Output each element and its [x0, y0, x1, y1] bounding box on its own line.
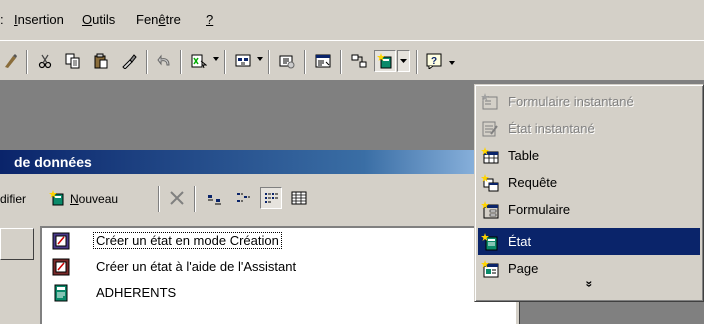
menu-fenetre[interactable]: Fenêtre: [136, 12, 181, 27]
new-object-menu: Formulaire instantané État instantané Ta…: [474, 84, 704, 302]
form-icon: [481, 201, 499, 219]
properties-icon[interactable]: [312, 50, 334, 72]
spelling-icon[interactable]: [0, 50, 22, 72]
code-icon[interactable]: [276, 50, 298, 72]
expand-menu-label: »: [582, 280, 596, 288]
delete-icon[interactable]: [166, 187, 188, 209]
analyze-icon[interactable]: [232, 50, 254, 72]
modify-button[interactable]: difier: [0, 192, 26, 206]
toolbar-separator: [416, 50, 418, 74]
objects-list: Créer un état en mode Création Créer un …: [40, 226, 516, 324]
svg-text:?: ?: [431, 56, 437, 67]
help-icon[interactable]: ?: [424, 50, 446, 72]
menu-help[interactable]: ?: [206, 12, 213, 27]
menu-item-label: Formulaire: [508, 202, 571, 217]
small-icons-icon[interactable]: [232, 187, 254, 209]
chevron-down-icon[interactable]: [257, 57, 264, 61]
report-icon: [481, 233, 499, 251]
chevron-down-icon[interactable]: [213, 57, 220, 61]
paste-icon[interactable]: [90, 50, 112, 72]
menu-item-label: Requête: [508, 175, 558, 190]
new-button-label: ouveau: [78, 192, 119, 206]
menu-outils[interactable]: Outils: [82, 12, 115, 27]
menu-item-label: État instantané: [508, 121, 595, 136]
undo-icon[interactable]: [154, 50, 176, 72]
large-icons-icon[interactable]: [204, 187, 226, 209]
list-view-icon[interactable]: [260, 187, 282, 209]
query-icon: [481, 174, 499, 192]
table-icon: [481, 147, 499, 165]
toolbar-separator: [146, 50, 148, 74]
chevron-down-icon[interactable]: [397, 50, 410, 72]
list-item[interactable]: ADHERENTS: [52, 282, 492, 304]
window-title[interactable]: de données: [0, 150, 520, 174]
menu-item-requete[interactable]: Requête: [478, 169, 700, 196]
menu-item-etat-instantane[interactable]: État instantané: [478, 115, 700, 142]
office-links-icon[interactable]: [188, 50, 210, 72]
menu-item-label: Table: [508, 148, 540, 163]
menu-item-formulaire[interactable]: Formulaire: [478, 196, 700, 223]
main-toolbar: ?: [0, 40, 704, 78]
toolbar-separator: [26, 50, 28, 74]
new-button-mnemonic: N: [70, 192, 79, 206]
menu-item-label: Page: [508, 261, 539, 276]
toolbar-separator: [180, 50, 182, 74]
new-object-report-icon[interactable]: [374, 50, 396, 72]
list-item[interactable]: Créer un état à l'aide de l'Assistant: [52, 256, 492, 278]
menu-bar: : Insertion Outils Fenêtre ?: [0, 0, 704, 34]
report-wizard-icon: [52, 258, 70, 276]
menu-item-label: Formulaire instantané: [508, 94, 634, 109]
list-item-label: ADHERENTS: [96, 285, 177, 300]
toolbar-separator: [194, 186, 196, 212]
menu-item-label: État: [508, 234, 532, 249]
relationships-icon[interactable]: [348, 50, 370, 72]
cut-icon[interactable]: [34, 50, 56, 72]
report-icon: [52, 284, 70, 302]
new-report-icon[interactable]: [46, 187, 68, 209]
objects-bar: [0, 226, 40, 324]
details-view-icon[interactable]: [288, 187, 310, 209]
database-toolbar: difier Nouveau: [0, 174, 520, 224]
page-icon: [481, 260, 499, 278]
menu-partial-edge: :: [0, 12, 4, 27]
report-design-icon: [52, 232, 70, 250]
autoform-icon: [481, 93, 499, 111]
list-item-label: Créer un état en mode Création: [93, 232, 282, 249]
toolbar-separator: [224, 50, 226, 74]
list-item[interactable]: Créer un état en mode Création: [52, 230, 492, 252]
chevron-down-icon[interactable]: [449, 61, 456, 65]
menu-item-formulaire-instantane[interactable]: Formulaire instantané: [478, 88, 700, 115]
toolbar-separator: [268, 50, 270, 74]
menu-item-table[interactable]: Table: [478, 142, 700, 169]
menu-item-etat[interactable]: État: [478, 228, 700, 255]
objects-tab-button[interactable]: [0, 228, 34, 260]
copy-icon[interactable]: [62, 50, 84, 72]
autoreport-icon: [481, 120, 499, 138]
toolbar-separator: [340, 50, 342, 74]
database-window: de données difier Nouveau Créer un état …: [0, 150, 520, 324]
expand-menu-chevron-icon[interactable]: »: [475, 277, 703, 291]
list-item-label: Créer un état à l'aide de l'Assistant: [96, 259, 297, 274]
toolbar-separator: [304, 50, 306, 74]
format-painter-icon[interactable]: [118, 50, 140, 72]
menu-insertion[interactable]: Insertion: [14, 12, 64, 27]
toolbar-separator: [158, 186, 160, 212]
new-button[interactable]: Nouveau: [70, 192, 118, 206]
